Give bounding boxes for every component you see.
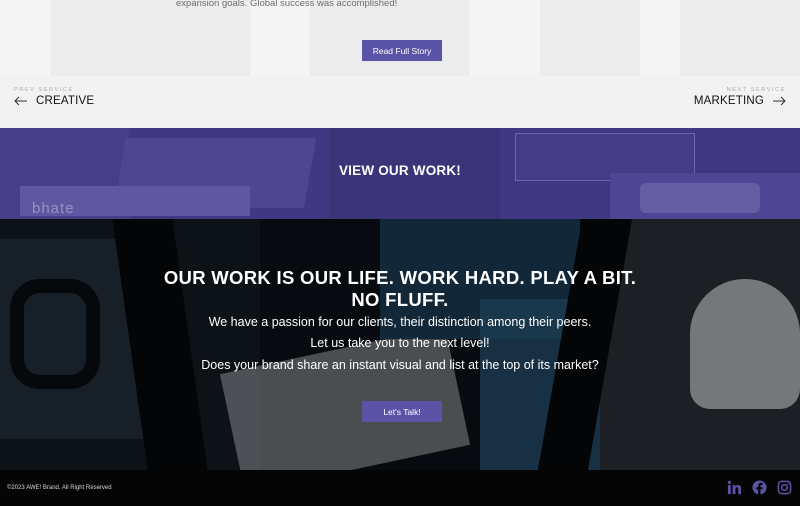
prev-service-name: CREATIVE xyxy=(36,95,95,107)
lets-talk-button[interactable]: Let's Talk! xyxy=(362,401,442,422)
footer: ©2023 AWE! Brand. All Right Reserved xyxy=(0,470,800,506)
background-shape xyxy=(640,0,680,76)
background-shape xyxy=(250,0,310,76)
next-service-tag: NEXT SERVICE xyxy=(726,87,786,93)
view-our-work-section[interactable]: bhate VIEW OUR WORK! xyxy=(0,128,800,219)
background-shape xyxy=(0,0,50,76)
arrow-left-icon xyxy=(14,96,27,106)
next-service-name: MARKETING xyxy=(693,95,764,107)
arrow-right-icon xyxy=(773,96,786,106)
next-service-link[interactable]: NEXT SERVICE MARKETING xyxy=(694,87,786,107)
view-our-work-title[interactable]: VIEW OUR WORK! xyxy=(0,163,800,178)
brand-watermark: bhate xyxy=(32,200,75,217)
copyright-text: ©2023 AWE! Brand. All Right Reserved xyxy=(7,485,112,491)
prev-service-tag: PREV SERVICE xyxy=(14,87,74,93)
linkedin-icon[interactable] xyxy=(727,480,742,495)
hero-headline-line-2: NO FLUFF. xyxy=(351,289,449,310)
hero-text-line-1: We have a passion for our clients, their… xyxy=(208,315,592,329)
story-section: expansion goals. Global success was acco… xyxy=(0,0,800,76)
story-excerpt: expansion goals. Global success was acco… xyxy=(176,0,398,9)
hero-headline: OUR WORK IS OUR LIFE. WORK HARD. PLAY A … xyxy=(150,267,650,311)
read-full-story-button[interactable]: Read Full Story xyxy=(362,40,442,61)
hero-text-line-2: Let us take you to the next level! xyxy=(310,336,490,350)
instagram-icon[interactable] xyxy=(777,480,792,495)
service-navigation: PREV SERVICE CREATIVE NEXT SERVICE MARKE… xyxy=(0,76,800,128)
hero-text-line-3: Does your brand share an instant visual … xyxy=(201,358,599,372)
background-shape xyxy=(470,0,540,76)
hero-headline-line-1: OUR WORK IS OUR LIFE. WORK HARD. PLAY A … xyxy=(163,267,637,288)
hero-section: OUR WORK IS OUR LIFE. WORK HARD. PLAY A … xyxy=(0,219,800,470)
social-links xyxy=(727,480,792,495)
facebook-icon[interactable] xyxy=(752,480,767,495)
prev-service-link[interactable]: PREV SERVICE CREATIVE xyxy=(14,87,94,107)
